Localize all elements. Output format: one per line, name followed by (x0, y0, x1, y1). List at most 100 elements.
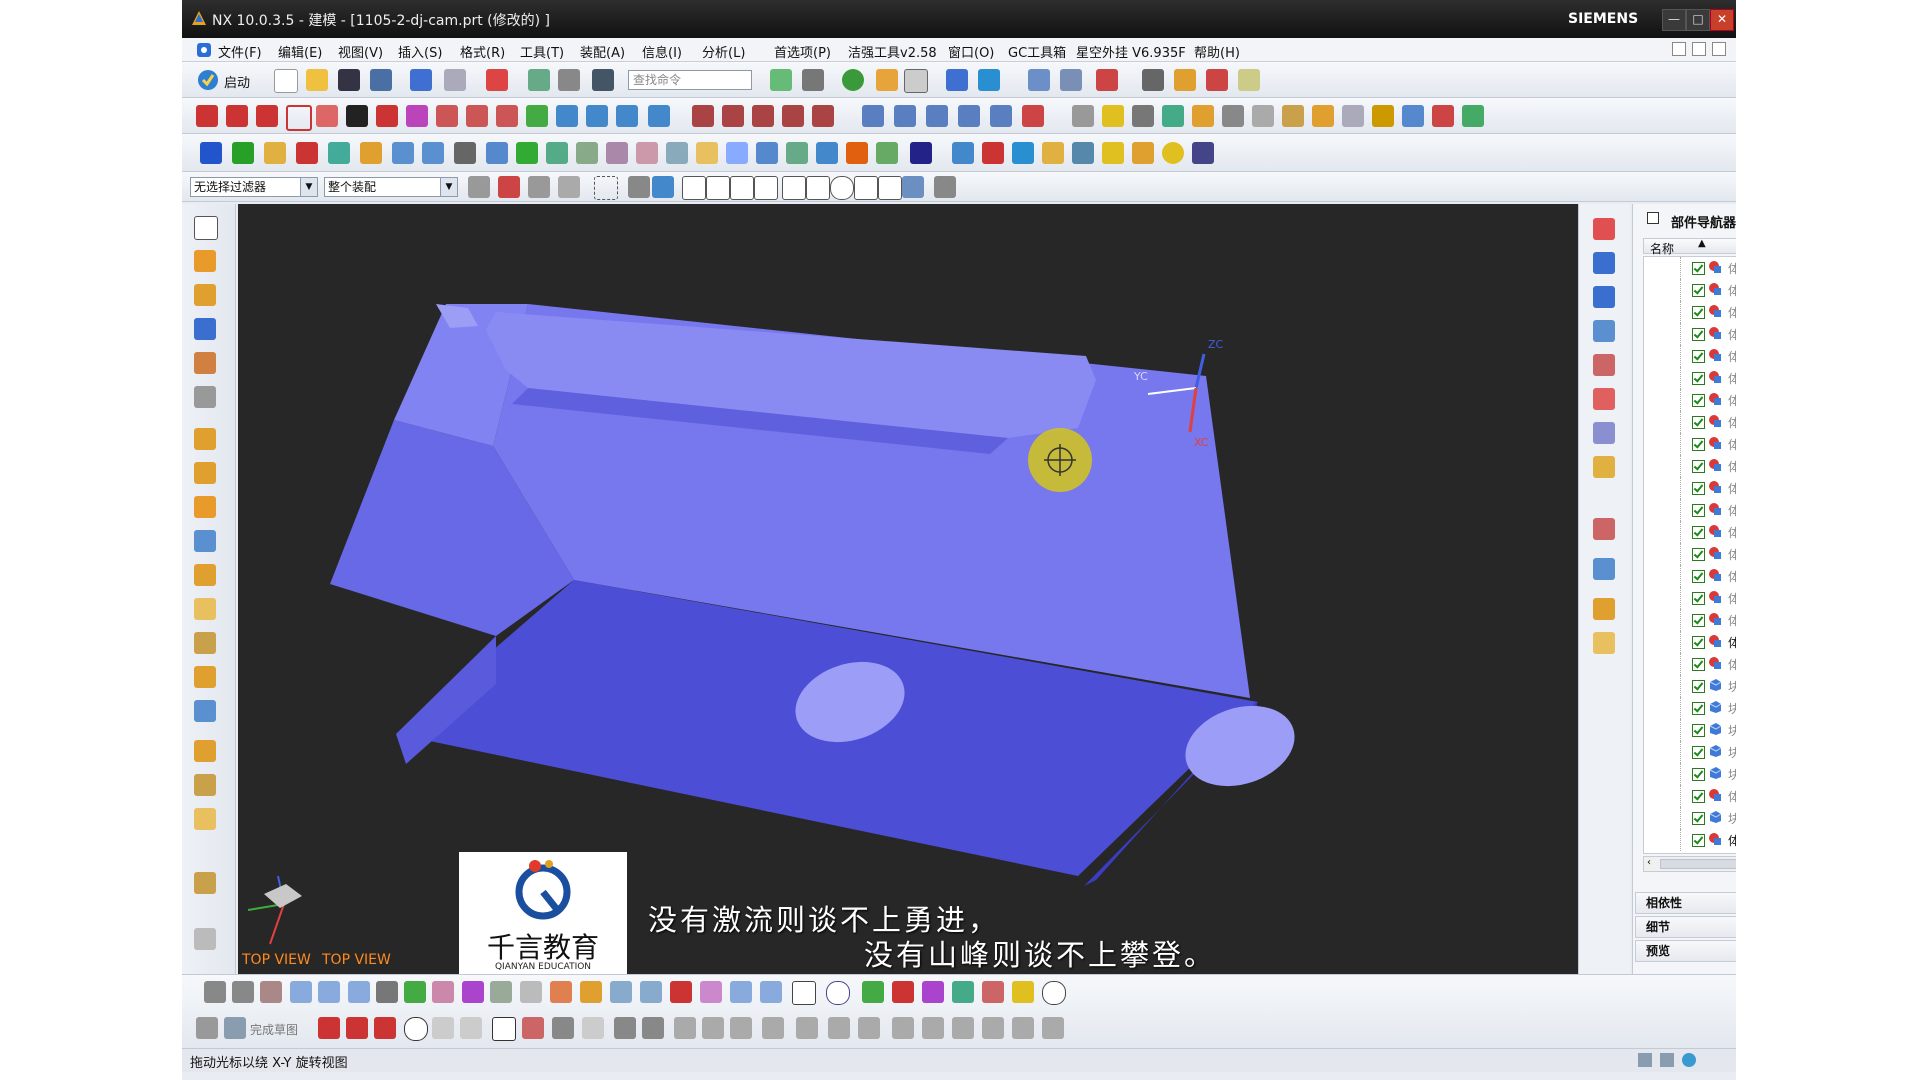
groove-icon[interactable] (454, 142, 476, 164)
sketch-arc-icon[interactable] (374, 1017, 396, 1039)
tree-row[interactable]: 体 (37) (1644, 323, 1736, 345)
tool-right-5[interactable] (1593, 354, 1615, 376)
snap-face-icon[interactable] (902, 176, 924, 198)
draft-icon[interactable] (606, 142, 628, 164)
tree-row[interactable]: 块 (56) (1644, 741, 1736, 763)
bottom-tool-24[interactable] (1012, 981, 1034, 1003)
sketch-dimension-icon[interactable] (762, 1017, 784, 1039)
component-icon[interactable] (1060, 69, 1082, 91)
visibility-checkbox[interactable] (1692, 746, 1705, 759)
visibility-checkbox[interactable] (1692, 306, 1705, 319)
section-curve-icon[interactable] (616, 105, 638, 127)
menu-preferences[interactable]: 首选项(P) (774, 42, 831, 61)
arrow-left-icon[interactable] (290, 981, 312, 1003)
bottom-tool-6[interactable] (404, 981, 426, 1003)
visibility-checkbox[interactable] (1692, 658, 1705, 671)
name-tool-icon[interactable] (910, 142, 932, 164)
visibility-checkbox[interactable] (1692, 350, 1705, 363)
tree-row[interactable]: 体 (38) (1644, 345, 1736, 367)
ruler-icon[interactable] (1238, 69, 1260, 91)
snap-control-icon[interactable] (730, 176, 754, 200)
bottom-tool-2[interactable] (232, 981, 254, 1003)
tool-right-8[interactable] (1593, 456, 1615, 478)
tool-right-12[interactable] (1593, 632, 1615, 654)
mold-icon[interactable] (876, 142, 898, 164)
sketch-tool-icon[interactable] (196, 1017, 218, 1039)
edit-icon-8[interactable] (1282, 105, 1304, 127)
tool-icon-a[interactable] (1142, 69, 1164, 91)
visibility-checkbox[interactable] (1692, 570, 1705, 583)
sketch-offset-icon[interactable] (614, 1017, 636, 1039)
visibility-checkbox[interactable] (1692, 702, 1705, 715)
sketch-circle-icon[interactable] (404, 1017, 428, 1041)
maximize-button[interactable]: □ (1686, 9, 1710, 31)
tree-row[interactable]: 体 (50) (1644, 609, 1736, 631)
tree-row[interactable]: 体 (45) (1644, 499, 1736, 521)
bottom-tool-11[interactable] (550, 981, 572, 1003)
calculator-icon[interactable] (1132, 142, 1154, 164)
bottom-tool-3[interactable] (260, 981, 282, 1003)
tree-row[interactable]: 体 (49) (1644, 587, 1736, 609)
book-icon[interactable] (264, 142, 286, 164)
sketch-pattern-icon[interactable] (642, 1017, 664, 1039)
extend-curve-icon[interactable] (722, 105, 744, 127)
visibility-checkbox[interactable] (1692, 284, 1705, 297)
redo-icon[interactable] (444, 69, 466, 91)
plugin-icon-4[interactable] (1042, 142, 1064, 164)
edit-icon-3[interactable] (1132, 105, 1154, 127)
finish-sketch-label[interactable]: 完成草图 (250, 1021, 298, 1038)
snap-midpoint-icon[interactable] (706, 176, 730, 200)
sketch-point-icon[interactable] (552, 1017, 574, 1039)
open-folder-icon[interactable] (306, 69, 328, 91)
bottom-tool-17[interactable] (730, 981, 752, 1003)
tree-row[interactable]: 体 (47) (1644, 543, 1736, 565)
status-icon-2[interactable] (1660, 1053, 1674, 1067)
divide-curve-icon[interactable] (648, 105, 670, 127)
constraint-icon[interactable] (1096, 69, 1118, 91)
layer-icon[interactable] (876, 69, 898, 91)
tool-left-11[interactable] (194, 598, 216, 620)
type-filter-select[interactable]: 无选择过滤器 ▼ (190, 177, 318, 197)
pane-preview[interactable]: 预览 ⌄ (1635, 940, 1736, 962)
visibility-checkbox[interactable] (1692, 790, 1705, 803)
tool-left-8[interactable] (194, 496, 216, 518)
edit-icon-10[interactable] (1342, 105, 1364, 127)
snap-intersect-icon[interactable] (754, 176, 778, 200)
assembly-icon[interactable] (1028, 69, 1050, 91)
undo-icon[interactable] (410, 69, 432, 91)
tree-horizontal-scrollbar[interactable]: ‹ › (1643, 856, 1736, 872)
visibility-checkbox[interactable] (1692, 768, 1705, 781)
menu-plugin-tools[interactable]: 洁强工具v2.58 (848, 42, 937, 61)
offset-face-icon[interactable] (756, 142, 778, 164)
navigator-pin-checkbox[interactable] (1647, 212, 1659, 224)
filter-icon-3[interactable] (528, 176, 550, 198)
tree-row[interactable]: 体 (42) (1644, 433, 1736, 455)
render-style-icon[interactable] (802, 69, 824, 91)
tool-left-4[interactable] (194, 352, 216, 374)
snap-arc-icon[interactable] (782, 176, 806, 200)
menu-gc-toolkit[interactable]: GC工具箱 (1008, 42, 1066, 61)
visibility-checkbox[interactable] (1692, 328, 1705, 341)
tool-left-12[interactable] (194, 632, 216, 654)
visibility-checkbox[interactable] (1692, 526, 1705, 539)
visibility-checkbox[interactable] (1692, 482, 1705, 495)
plugin-icon-1[interactable] (952, 142, 974, 164)
fillet-curve-icon[interactable] (752, 105, 774, 127)
scroll-left-icon[interactable]: ‹ (1647, 857, 1651, 868)
surface-icon-2[interactable] (894, 105, 916, 127)
save-icon[interactable] (338, 69, 360, 91)
app-menu-icon[interactable] (196, 42, 212, 58)
menu-plugin-star[interactable]: 星空外挂 V6.935F (1076, 42, 1186, 61)
arc-icon[interactable] (256, 105, 278, 127)
bottom-tool-8[interactable] (462, 981, 484, 1003)
tree-row[interactable]: 体 (52) (1644, 653, 1736, 675)
visibility-checkbox[interactable] (1692, 834, 1705, 847)
filter-icon-1[interactable] (468, 176, 490, 198)
boss-icon[interactable] (360, 142, 382, 164)
wcs-icon[interactable] (946, 69, 968, 91)
pane-details[interactable]: 细节 ⌄ (1635, 916, 1736, 938)
sketch-profile-icon[interactable] (318, 1017, 340, 1039)
edit-icon-11[interactable] (1372, 105, 1394, 127)
edit-icon-2[interactable] (1102, 105, 1124, 127)
bridge-curve-icon[interactable] (466, 105, 488, 127)
